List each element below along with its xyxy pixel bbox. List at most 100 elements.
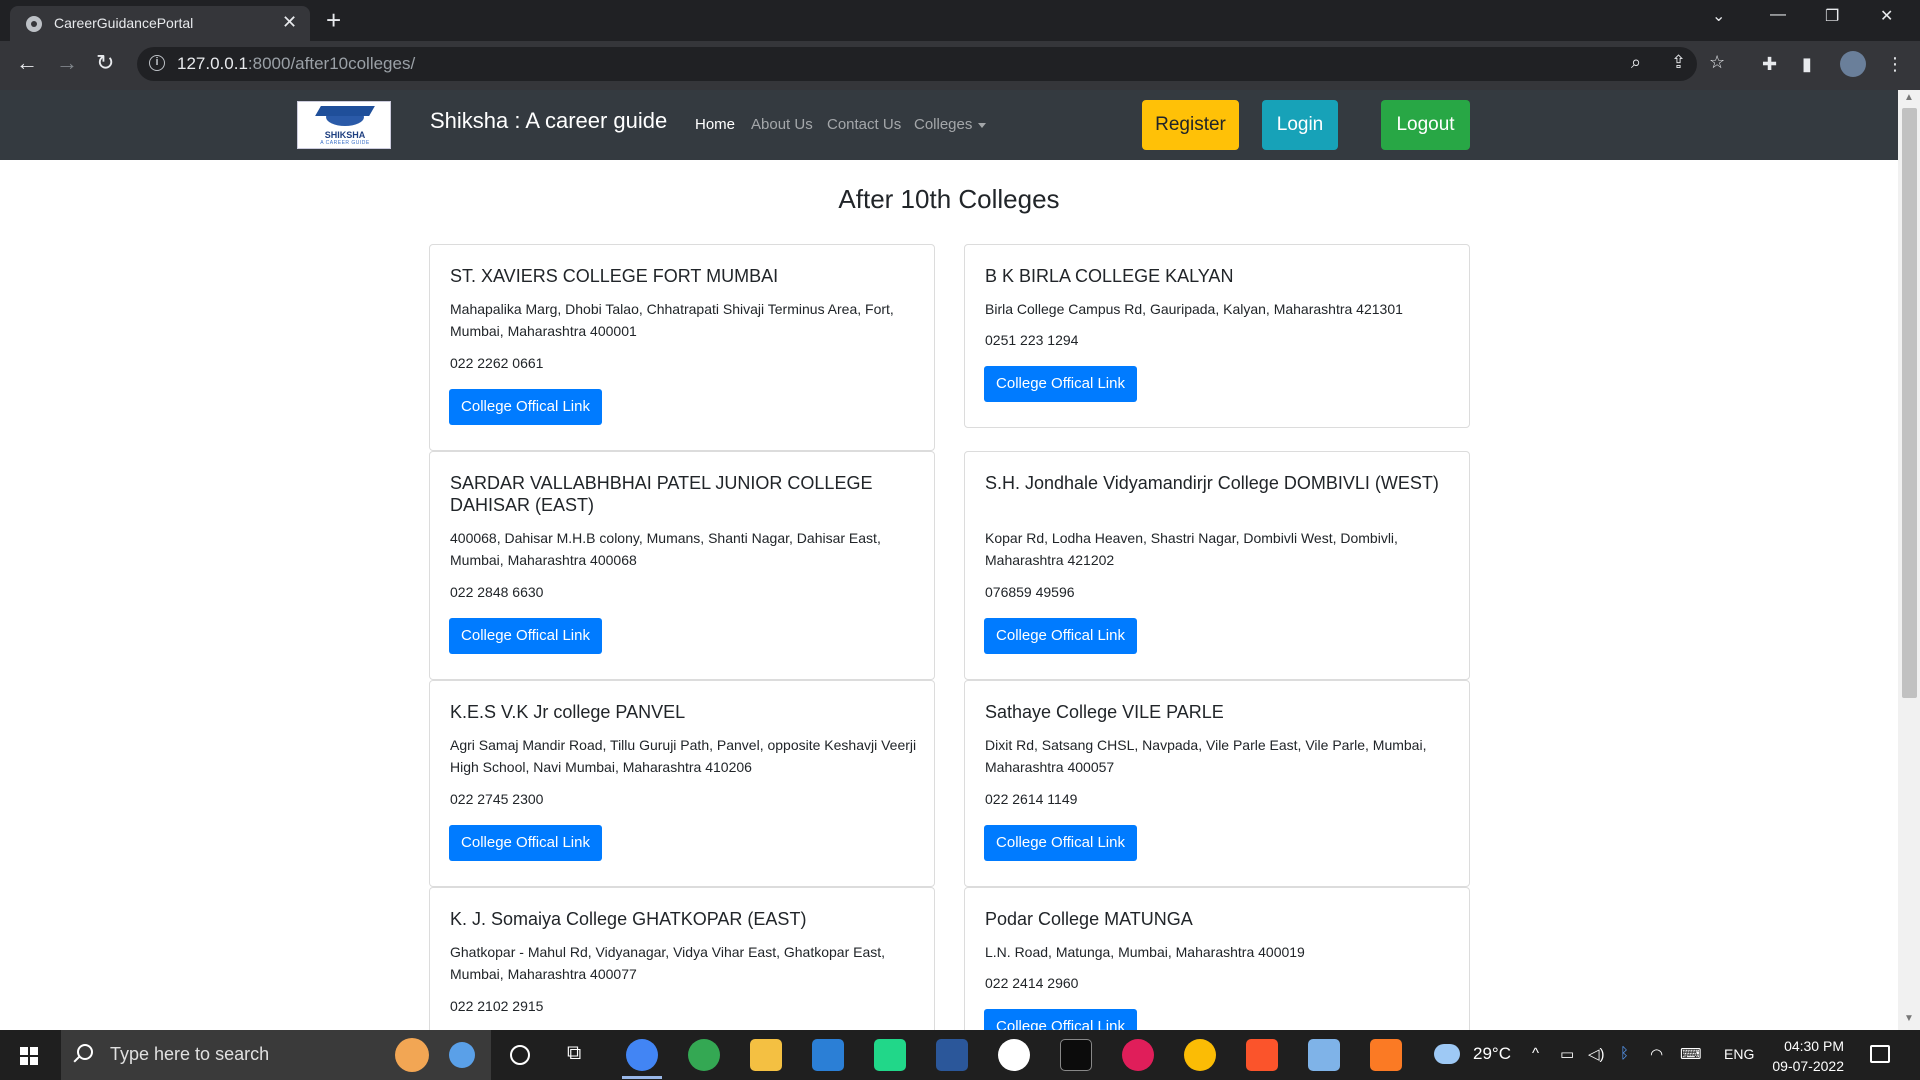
weather-cloud-icon[interactable] — [1434, 1044, 1460, 1064]
wifi-icon[interactable]: ◠ — [1650, 1045, 1663, 1063]
college-card: SARDAR VALLABHBHAI PATEL JUNIOR COLLEGE … — [429, 451, 935, 680]
word-icon[interactable] — [936, 1039, 968, 1071]
language-indicator[interactable]: ENG — [1724, 1046, 1754, 1062]
vscode-icon[interactable] — [812, 1039, 844, 1071]
college-address: L.N. Road, Matunga, Mumbai, Maharashtra … — [985, 944, 1305, 960]
site-logo[interactable]: SHIKSHA A CAREER GUIDE — [297, 101, 391, 149]
search-highlight-icon[interactable] — [395, 1038, 429, 1072]
college-address: Agri Samaj Mandir Road, Tillu Guruji Pat… — [450, 737, 917, 775]
cap-board — [315, 106, 375, 116]
menu-kebab-icon[interactable]: ⋮ — [1886, 54, 1904, 75]
college-official-link-button[interactable]: College Offical Link — [449, 825, 602, 861]
file-explorer-icon[interactable] — [750, 1039, 782, 1071]
college-phone: 022 2414 2960 — [985, 975, 1079, 991]
college-card: ST. XAVIERS COLLEGE FORT MUMBAI Mahapali… — [429, 244, 935, 451]
reload-icon[interactable]: ↻ — [96, 51, 114, 75]
browser-toolbar: ← → ↻ i 127.0.0.1:8000/after10colleges/ … — [0, 41, 1920, 90]
bluetooth-icon[interactable]: ᛒ — [1620, 1045, 1629, 1062]
browser-tab-strip: CareerGuidancePortal ✕ + ⌄ — ❐ ✕ — [0, 0, 1920, 41]
main-content: After 10th Colleges ST. XAVIERS COLLEGE … — [0, 160, 1898, 1030]
logout-button[interactable]: Logout — [1381, 100, 1470, 150]
scroll-down-icon[interactable]: ▼ — [1904, 1013, 1914, 1024]
college-name: K. J. Somaiya College GHATKOPAR (EAST) — [450, 909, 807, 929]
task-view-icon[interactable]: ⧉ — [567, 1042, 581, 1065]
keyboard-icon[interactable]: ⌨ — [1680, 1045, 1702, 1063]
login-button[interactable]: Login — [1262, 100, 1338, 150]
college-address: Kopar Rd, Lodha Heaven, Shastri Nagar, D… — [985, 530, 1398, 568]
system-clock[interactable]: 04:30 PM 09-07-2022 — [1760, 1036, 1844, 1076]
share-icon[interactable]: ⇪ — [1671, 52, 1686, 73]
terminal-icon[interactable] — [1060, 1039, 1092, 1071]
forward-icon[interactable]: → — [56, 51, 78, 75]
profile-avatar[interactable] — [1840, 51, 1866, 77]
page-title: After 10th Colleges — [838, 184, 1060, 214]
college-official-link-button[interactable]: College Offical Link — [984, 825, 1137, 861]
restore-icon[interactable]: ❐ — [1825, 6, 1839, 26]
virtualbox-icon[interactable] — [1308, 1039, 1340, 1071]
notification-icon[interactable] — [1870, 1045, 1890, 1063]
side-panel-icon[interactable]: ▮ — [1802, 54, 1812, 75]
back-icon[interactable]: ← — [16, 51, 38, 75]
window-close-icon[interactable]: ✕ — [1880, 6, 1893, 26]
college-official-link-button[interactable]: College Offical Link — [449, 618, 602, 654]
tab-search-icon[interactable]: ⌄ — [1712, 6, 1725, 26]
college-official-link-button[interactable]: College Offical Link — [984, 618, 1137, 654]
chrome-profile-icon[interactable] — [688, 1039, 720, 1071]
college-phone: 022 2102 2915 — [450, 998, 544, 1014]
taskbar: Type here to search ⧉ 29°C ^ ▭ ◁) ᛒ ◠ ⌨ … — [0, 1030, 1920, 1080]
extensions-icon[interactable]: ✚ — [1762, 54, 1777, 75]
clock-time: 04:30 PM — [1784, 1038, 1844, 1054]
url-text[interactable]: 127.0.0.1:8000/after10colleges/ — [177, 54, 415, 74]
browser-tab[interactable]: CareerGuidancePortal ✕ — [10, 6, 310, 41]
xampp-icon[interactable] — [1370, 1039, 1402, 1071]
college-name: B K BIRLA COLLEGE KALYAN — [985, 266, 1234, 286]
college-name: Sathaye College VILE PARLE — [985, 702, 1224, 722]
volume-icon[interactable]: ◁) — [1588, 1045, 1605, 1063]
nav-about-us[interactable]: About Us — [751, 116, 813, 133]
windows-start-icon[interactable] — [20, 1047, 38, 1065]
slack-icon[interactable] — [1122, 1039, 1154, 1071]
logo-text: SHIKSHA — [324, 130, 366, 140]
search-highlight-mascot-icon[interactable] — [449, 1042, 475, 1068]
college-name: S.H. Jondhale Vidyamandirjr College DOMB… — [985, 473, 1439, 493]
search-icon — [77, 1044, 93, 1060]
bookmark-star-icon[interactable]: ☆ — [1709, 52, 1725, 73]
cortana-icon[interactable] — [510, 1045, 530, 1065]
chevron-down-icon — [978, 122, 987, 128]
site-navbar: SHIKSHA A CAREER GUIDE Shiksha : A caree… — [0, 90, 1898, 160]
zoom-icon[interactable]: ⌕ — [1631, 52, 1641, 73]
weather-temp[interactable]: 29°C — [1473, 1044, 1511, 1064]
pycharm-icon[interactable] — [874, 1039, 906, 1071]
college-name: K.E.S V.K Jr college PANVEL — [450, 702, 686, 722]
scroll-up-icon[interactable]: ▲ — [1904, 92, 1914, 103]
scrollbar-thumb[interactable] — [1902, 108, 1917, 698]
close-icon[interactable]: ✕ — [282, 12, 297, 32]
tab-title: CareerGuidancePortal — [54, 15, 194, 31]
college-address: Birla College Campus Rd, Gauripada, Kaly… — [985, 301, 1403, 317]
address-bar[interactable]: i 127.0.0.1:8000/after10colleges/ ⌕ ⇪ ☆ — [137, 47, 1725, 81]
college-official-link-button[interactable]: College Offical Link — [984, 1009, 1137, 1030]
taskbar-search-box[interactable]: Type here to search — [61, 1030, 491, 1080]
minimize-icon[interactable]: — — [1770, 6, 1786, 24]
college-card: Podar College MATUNGA L.N. Road, Matunga… — [964, 887, 1470, 1030]
college-official-link-button[interactable]: College Offical Link — [449, 389, 602, 425]
college-card: B K BIRLA COLLEGE KALYAN Birla College C… — [964, 244, 1470, 428]
college-phone: 022 2848 6630 — [450, 584, 544, 600]
search-placeholder: Type here to search — [110, 1044, 270, 1064]
nav-home[interactable]: Home — [695, 116, 735, 133]
brave-icon[interactable] — [1246, 1039, 1278, 1071]
app-w-icon[interactable] — [998, 1039, 1030, 1071]
info-icon[interactable]: i — [149, 55, 165, 71]
college-address: 400068, Dahisar M.H.B colony, Mumans, Sh… — [450, 530, 881, 568]
brand-title[interactable]: Shiksha : A career guide — [430, 108, 667, 134]
college-official-link-button[interactable]: College Offical Link — [984, 366, 1137, 402]
new-tab-icon[interactable]: + — [326, 6, 341, 34]
college-phone: 0251 223 1294 — [985, 332, 1079, 348]
chrome-alt-icon[interactable] — [1184, 1039, 1216, 1071]
chrome-icon[interactable] — [626, 1039, 658, 1071]
nav-contact-us[interactable]: Contact Us — [827, 116, 901, 133]
tray-chevron-up-icon[interactable]: ^ — [1532, 1045, 1539, 1062]
nav-colleges-dropdown[interactable]: Colleges — [914, 116, 987, 133]
register-button[interactable]: Register — [1142, 100, 1239, 150]
battery-icon[interactable]: ▭ — [1560, 1045, 1574, 1063]
